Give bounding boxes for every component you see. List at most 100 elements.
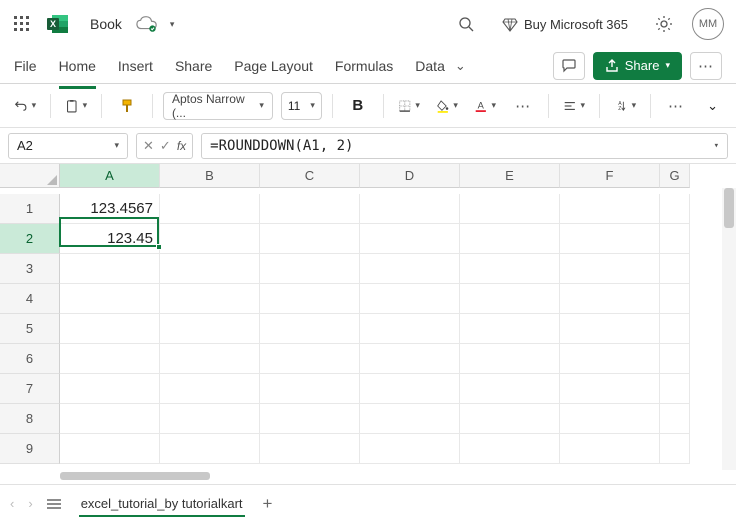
cell-G8[interactable] [660,404,690,434]
cell-C1[interactable] [260,194,360,224]
cell-G5[interactable] [660,314,690,344]
cell-E7[interactable] [460,374,560,404]
row-header-2[interactable]: 2 [0,224,60,254]
cell-C2[interactable] [260,224,360,254]
cell-C3[interactable] [260,254,360,284]
cell-C9[interactable] [260,434,360,464]
format-painter-button[interactable] [112,91,142,121]
menu-page-layout[interactable]: Page Layout [234,52,313,80]
cell-G6[interactable] [660,344,690,374]
cell-E3[interactable] [460,254,560,284]
all-sheets-icon[interactable] [47,498,65,510]
cell-G1[interactable] [660,194,690,224]
cell-F1[interactable] [560,194,660,224]
cell-B1[interactable] [160,194,260,224]
cell-A3[interactable] [60,254,160,284]
accept-formula-icon[interactable]: ✓ [160,138,171,154]
app-launcher-icon[interactable] [12,14,32,34]
more-options-button[interactable]: ⋯ [690,52,722,80]
title-dropdown-icon[interactable]: ▾ [170,19,175,30]
cell-D8[interactable] [360,404,460,434]
buy-microsoft-365-button[interactable]: Buy Microsoft 365 [494,16,636,32]
column-header-E[interactable]: E [460,164,560,188]
formula-input[interactable]: =ROUNDDOWN(A1, 2) ▾ [201,133,728,159]
cell-F3[interactable] [560,254,660,284]
row-header-3[interactable]: 3 [0,254,60,284]
settings-gear-icon[interactable] [648,8,680,40]
bold-button[interactable]: B [343,91,373,121]
borders-button[interactable]: ▾ [394,91,424,121]
font-color-button[interactable]: A ▾ [470,91,500,121]
cell-G3[interactable] [660,254,690,284]
cell-C8[interactable] [260,404,360,434]
cell-B6[interactable] [160,344,260,374]
cell-E4[interactable] [460,284,560,314]
cell-A4[interactable] [60,284,160,314]
row-header-8[interactable]: 8 [0,404,60,434]
comments-button[interactable] [553,52,585,80]
cell-E8[interactable] [460,404,560,434]
font-name-selector[interactable]: Aptos Narrow (...▾ [163,92,273,120]
menu-insert[interactable]: Insert [118,52,153,80]
cell-E6[interactable] [460,344,560,374]
name-box[interactable]: A2 ▾ [8,133,128,159]
undo-button[interactable]: ▾ [10,91,40,121]
cell-F2[interactable] [560,224,660,254]
cell-B8[interactable] [160,404,260,434]
select-all-corner[interactable] [0,164,60,188]
cell-E5[interactable] [460,314,560,344]
menu-home[interactable]: Home [59,52,96,80]
sheet-nav-prev-icon[interactable]: ‹ [10,496,14,511]
fill-color-button[interactable]: ▾ [432,91,462,121]
add-sheet-button[interactable]: + [259,494,277,514]
cell-G2[interactable] [660,224,690,254]
row-header-4[interactable]: 4 [0,284,60,314]
cell-D9[interactable] [360,434,460,464]
document-title[interactable]: Book [90,16,122,32]
row-header-9[interactable]: 9 [0,434,60,464]
cell-A2[interactable]: 123.45 [60,224,160,254]
cell-A5[interactable] [60,314,160,344]
cell-F4[interactable] [560,284,660,314]
cell-F9[interactable] [560,434,660,464]
cell-A6[interactable] [60,344,160,374]
column-header-G[interactable]: G [660,164,690,188]
alignment-button[interactable]: ▾ [559,91,589,121]
cell-B7[interactable] [160,374,260,404]
row-header-7[interactable]: 7 [0,374,60,404]
row-header-5[interactable]: 5 [0,314,60,344]
cell-A9[interactable] [60,434,160,464]
search-icon[interactable] [450,8,482,40]
cell-G7[interactable] [660,374,690,404]
cell-G4[interactable] [660,284,690,314]
menu-share[interactable]: Share [175,52,212,80]
paste-button[interactable]: ▾ [61,91,91,121]
cell-D7[interactable] [360,374,460,404]
cell-A1[interactable]: 123.4567 [60,194,160,224]
row-header-6[interactable]: 6 [0,344,60,374]
user-avatar[interactable]: MM [692,8,724,40]
column-header-D[interactable]: D [360,164,460,188]
column-header-A[interactable]: A [60,164,160,188]
cell-D3[interactable] [360,254,460,284]
cell-F6[interactable] [560,344,660,374]
cell-F7[interactable] [560,374,660,404]
cell-B9[interactable] [160,434,260,464]
column-header-B[interactable]: B [160,164,260,188]
cell-A7[interactable] [60,374,160,404]
toolbar-more-2[interactable]: ⋯ [661,91,691,121]
menu-formulas[interactable]: Formulas [335,52,393,80]
cell-D1[interactable] [360,194,460,224]
formula-expand-icon[interactable]: ▾ [714,141,719,151]
cell-E1[interactable] [460,194,560,224]
cell-D4[interactable] [360,284,460,314]
cell-D2[interactable] [360,224,460,254]
share-button[interactable]: Share ▾ [593,52,682,80]
vertical-scrollbar[interactable] [722,188,736,470]
sheet-nav-next-icon[interactable]: › [28,496,32,511]
cell-B4[interactable] [160,284,260,314]
fx-icon[interactable]: fx [177,139,186,153]
cell-B5[interactable] [160,314,260,344]
column-header-C[interactable]: C [260,164,360,188]
cell-E9[interactable] [460,434,560,464]
